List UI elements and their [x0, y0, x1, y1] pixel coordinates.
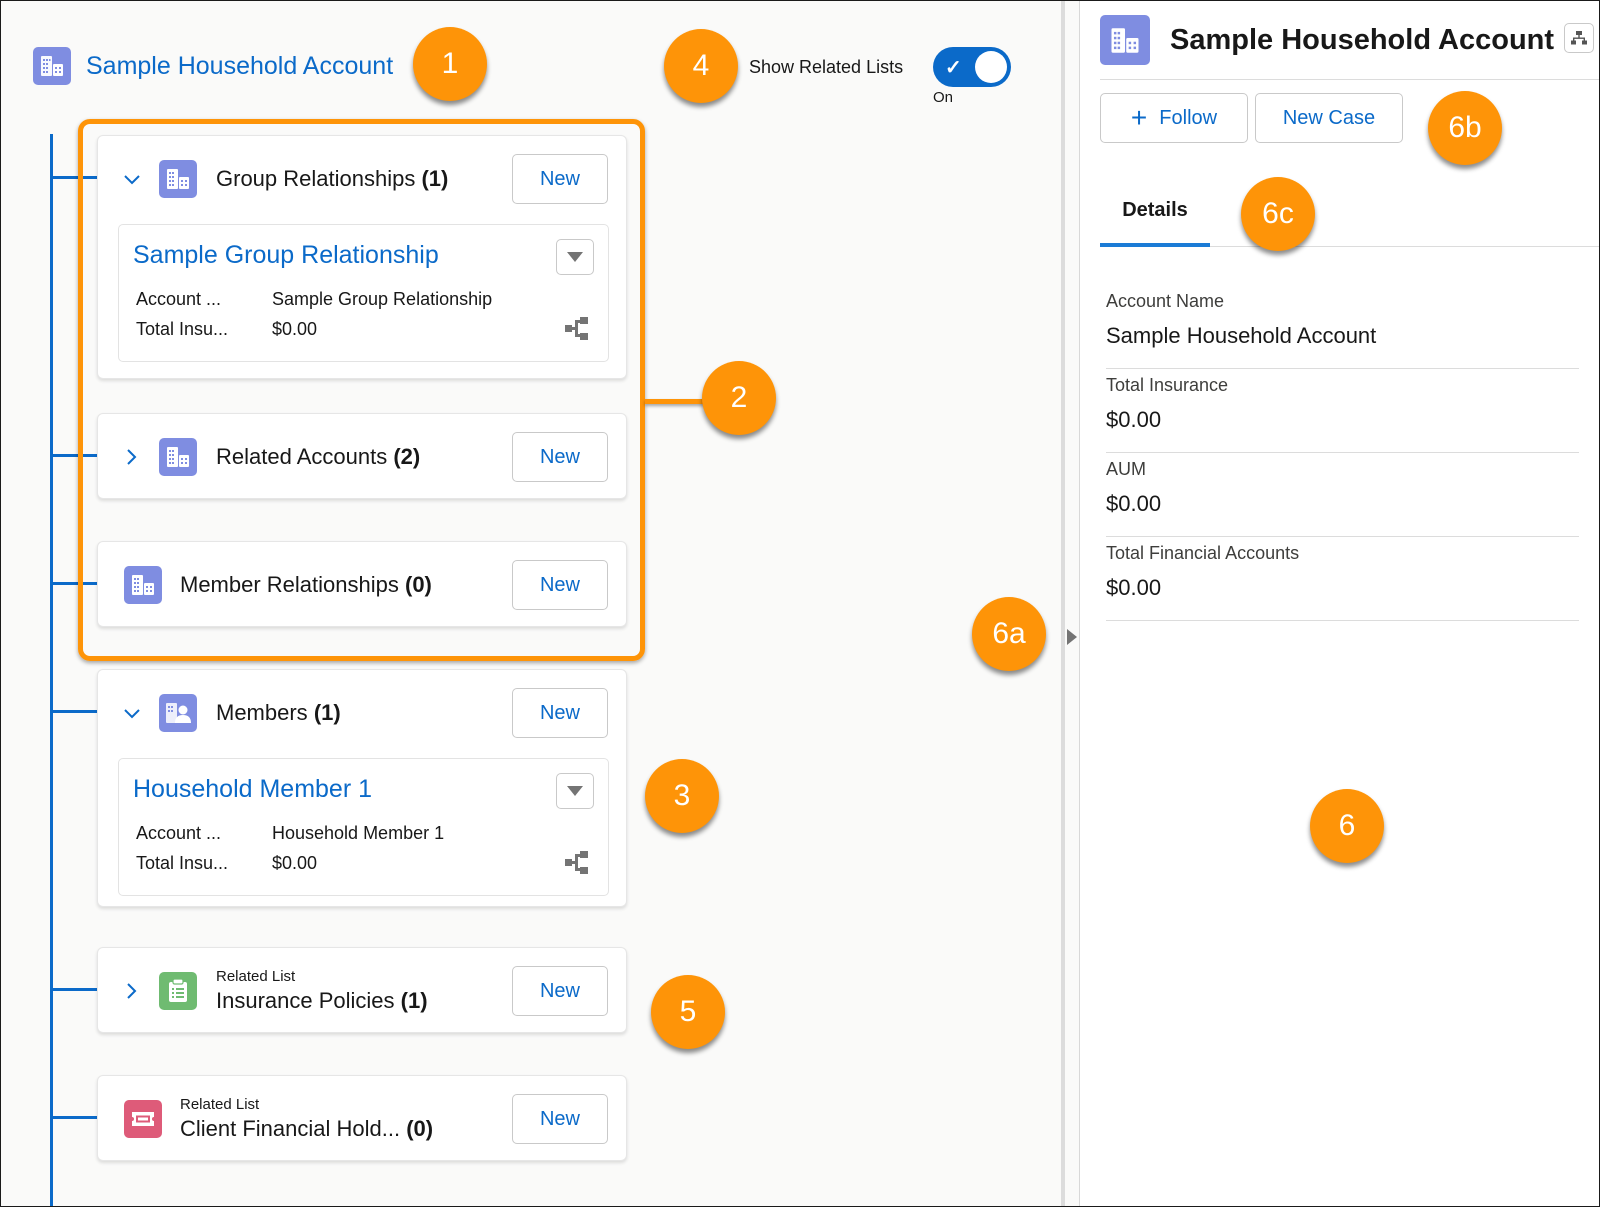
new-button[interactable]: New — [512, 154, 608, 204]
new-button[interactable]: New — [512, 432, 608, 482]
toggle-state-label: On — [933, 89, 954, 106]
card-title: Related Accounts (2) — [216, 444, 421, 469]
tree-connector — [51, 1116, 97, 1119]
toggle-knob — [975, 51, 1007, 83]
detail-header: Sample Household Account — [1100, 15, 1554, 65]
hierarchy-icon[interactable] — [565, 317, 589, 346]
root-account-link[interactable]: Sample Household Account — [86, 52, 393, 81]
annotation-badge: 6a — [972, 597, 1046, 671]
new-button[interactable]: New — [512, 560, 608, 610]
record-field: Account ... Household Member 1 — [136, 823, 445, 843]
account-building-icon — [1100, 15, 1150, 65]
account-building-icon — [159, 438, 197, 476]
field-label: Total Financial Accounts — [1106, 543, 1300, 563]
card-subtitle: Related List — [180, 1096, 260, 1113]
record-detail-panel: Sample Household Account + Follow New Cas… — [1080, 1, 1599, 1206]
record-field: Total Insu... $0.00 — [136, 853, 318, 873]
toggle-label: Show Related Lists — [749, 57, 904, 77]
record-actions-dropdown[interactable] — [556, 773, 594, 809]
hierarchy-icon — [1571, 31, 1587, 45]
new-button[interactable]: New — [512, 1094, 608, 1144]
chevron-down-icon[interactable] — [122, 704, 142, 724]
annotation-badge: 6b — [1428, 91, 1502, 165]
checkmark-icon: ✓ — [945, 57, 962, 79]
detail-field: Total Financial Accounts $0.00 — [1106, 537, 1579, 621]
caret-down-icon — [567, 786, 583, 796]
app-frame: Sample Household Account Show Related Li… — [1, 1, 1599, 1206]
ticket-icon — [124, 1100, 162, 1138]
related-list-card-member-relationships: Member Relationships (0) New — [97, 541, 627, 627]
tree-connector — [51, 582, 97, 585]
field-value: $0.00 — [1106, 575, 1162, 600]
header-divider — [1100, 79, 1599, 80]
related-list-card-related-accounts: Related Accounts (2) New — [97, 413, 627, 499]
field-label: Account Name — [1106, 291, 1225, 311]
annotation-badge: 6 — [1310, 789, 1384, 863]
record-tile: Sample Group Relationship Account ... Sam… — [118, 224, 609, 362]
card-title: Client Financial Hold... (0) — [180, 1116, 434, 1141]
root-account-row: Sample Household Account — [33, 47, 393, 85]
plus-icon: + — [1130, 102, 1148, 133]
detail-field: AUM $0.00 — [1106, 453, 1579, 537]
annotation-badge: 3 — [645, 759, 719, 833]
card-title: Members (1) — [216, 700, 341, 725]
field-label: AUM — [1106, 459, 1146, 479]
field-value: $0.00 — [1106, 407, 1162, 432]
caret-down-icon — [567, 252, 583, 262]
related-list-card-group-relationships: Group Relationships (1) New Sample Group… — [97, 135, 627, 379]
hierarchy-icon[interactable] — [565, 851, 589, 880]
new-button[interactable]: New — [512, 966, 608, 1016]
show-related-lists-toggle[interactable]: ✓ — [933, 47, 1011, 87]
record-tile: Household Member 1 Account ... Household … — [118, 758, 609, 896]
field-label: Total Insurance — [1106, 375, 1229, 395]
tree-connector — [51, 176, 97, 179]
card-title: Member Relationships (0) — [180, 572, 432, 597]
follow-label: Follow — [1159, 106, 1218, 129]
tree-connector — [51, 454, 97, 457]
record-link[interactable]: Household Member 1 — [133, 775, 372, 804]
annotation-badge: 5 — [651, 975, 725, 1049]
detail-field: Total Insurance $0.00 — [1106, 369, 1579, 453]
detail-field: Account Name Sample Household Account — [1106, 285, 1579, 369]
view-hierarchy-button[interactable] — [1564, 23, 1594, 53]
chevron-right-icon[interactable] — [122, 447, 142, 467]
chevron-right-icon[interactable] — [122, 981, 142, 1001]
card-subtitle: Related List — [216, 968, 296, 985]
tree-connector — [51, 988, 97, 991]
account-building-icon — [33, 47, 71, 85]
field-value: $0.00 — [1106, 491, 1162, 516]
new-button[interactable]: New — [512, 688, 608, 738]
annotation-badge: 6c — [1241, 177, 1315, 251]
clipboard-list-icon — [159, 972, 197, 1010]
related-list-card-members: Members (1) New Household Member 1 Accou… — [97, 669, 627, 907]
panel-splitter[interactable] — [1065, 1, 1079, 1206]
record-link[interactable]: Sample Group Relationship — [133, 241, 439, 270]
new-case-button[interactable]: New Case — [1255, 93, 1403, 143]
follow-button[interactable]: + Follow — [1100, 93, 1248, 143]
related-list-card-insurance-policies: Related List Insurance Policies (1) New — [97, 947, 627, 1033]
detail-tabs: Details — [1100, 177, 1599, 247]
record-actions-dropdown[interactable] — [556, 239, 594, 275]
annotation-badge: 1 — [413, 27, 487, 101]
hierarchy-panel: Sample Household Account Show Related Li… — [1, 1, 1061, 1206]
account-building-icon — [159, 160, 197, 198]
collapse-panel-arrow-icon[interactable] — [1067, 629, 1077, 645]
annotation-connector — [645, 399, 705, 404]
account-building-icon — [124, 566, 162, 604]
account-member-icon — [159, 694, 197, 732]
tab-details[interactable]: Details — [1100, 177, 1210, 247]
related-list-card-client-financial-holdings: Related List Client Financial Hold... (0… — [97, 1075, 627, 1161]
tree-connector-vertical — [50, 134, 53, 1206]
chevron-down-icon[interactable] — [122, 170, 142, 190]
record-field: Account ... Sample Group Relationship — [136, 289, 493, 309]
field-value: Sample Household Account — [1106, 323, 1377, 348]
card-title: Insurance Policies (1) — [216, 988, 428, 1013]
tree-connector — [51, 710, 97, 713]
record-field: Total Insu... $0.00 — [136, 319, 318, 339]
detail-title: Sample Household Account — [1170, 23, 1555, 56]
card-title: Group Relationships (1) — [216, 166, 449, 191]
annotation-badge: 4 — [664, 29, 738, 103]
annotation-badge: 2 — [702, 361, 776, 435]
